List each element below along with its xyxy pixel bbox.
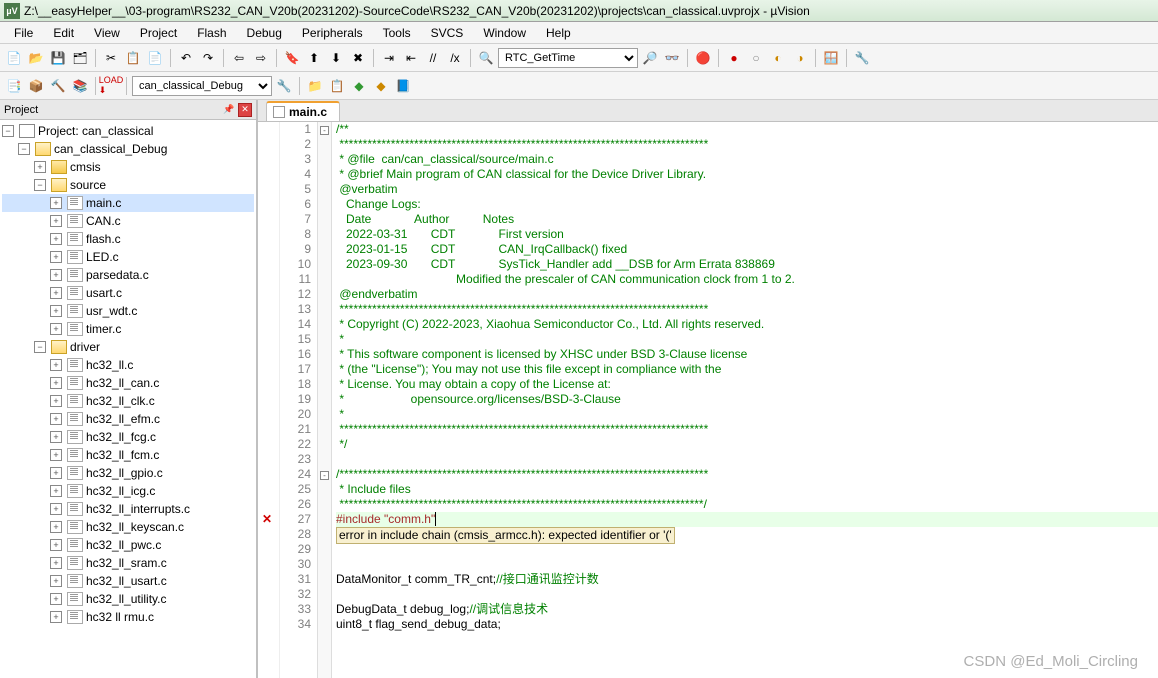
select-packs-button[interactable]: ◆	[349, 76, 369, 96]
tree-group-cmsis[interactable]: +cmsis	[2, 158, 254, 176]
project-panel-header: Project 📌 ✕	[0, 100, 256, 120]
menu-debug[interactable]: Debug	[237, 24, 292, 42]
books-button[interactable]: 📘	[393, 76, 413, 96]
panel-close-icon[interactable]: ✕	[238, 103, 252, 117]
menu-project[interactable]: Project	[130, 24, 187, 42]
bookmark-prev-button[interactable]: ⬆	[304, 48, 324, 68]
toolbar-main: 📄 📂 💾 🗂 ✂ 📋 📄 ↶ ↷ ⇦ ⇨ 🔖 ⬆ ⬇ ✖ ⇥ ⇤ // /x …	[0, 44, 1158, 72]
tree-file-hc32_ll_efm-c[interactable]: +hc32_ll_efm.c	[2, 410, 254, 428]
find-in-files-button[interactable]: 🔎	[640, 48, 660, 68]
editor-tab-bar: main.c	[258, 100, 1158, 122]
tree-group-source[interactable]: −source	[2, 176, 254, 194]
tree-file-hc32_ll_utility-c[interactable]: +hc32_ll_utility.c	[2, 590, 254, 608]
menu-view[interactable]: View	[84, 24, 130, 42]
tree-file-hc32_ll-c[interactable]: +hc32_ll.c	[2, 356, 254, 374]
tree-file-hc32_ll_clk-c[interactable]: +hc32_ll_clk.c	[2, 392, 254, 410]
breakpoint-button[interactable]: ●	[724, 48, 744, 68]
target-options-button[interactable]: 🔧	[274, 76, 294, 96]
tree-file-CAN-c[interactable]: +CAN.c	[2, 212, 254, 230]
build-button[interactable]: 📦	[26, 76, 46, 96]
copy-button[interactable]: 📋	[123, 48, 143, 68]
new-file-button[interactable]: 📄	[4, 48, 24, 68]
nav-fwd-button[interactable]: ⇨	[251, 48, 271, 68]
bookmark-next-button[interactable]: ⬇	[326, 48, 346, 68]
tree-file-hc32 ll rmu-c[interactable]: +hc32 ll rmu.c	[2, 608, 254, 626]
uncomment-button[interactable]: /x	[445, 48, 465, 68]
paste-button[interactable]: 📄	[145, 48, 165, 68]
panel-pin-icon[interactable]: 📌	[222, 103, 236, 117]
tree-file-hc32_ll_sram-c[interactable]: +hc32_ll_sram.c	[2, 554, 254, 572]
tree-project-root[interactable]: −Project: can_classical	[2, 122, 254, 140]
menu-peripherals[interactable]: Peripherals	[292, 24, 373, 42]
tree-file-usr_wdt-c[interactable]: +usr_wdt.c	[2, 302, 254, 320]
tree-file-hc32_ll_keyscan-c[interactable]: +hc32_ll_keyscan.c	[2, 518, 254, 536]
bookmark-clear-button[interactable]: ✖	[348, 48, 368, 68]
menubar: FileEditViewProjectFlashDebugPeripherals…	[0, 22, 1158, 44]
menu-help[interactable]: Help	[536, 24, 581, 42]
redo-button[interactable]: ↷	[198, 48, 218, 68]
toolbar-build: 📑 📦 🔨 📚 LOAD⬇ can_classical_Debug 🔧 📁 📋 …	[0, 72, 1158, 100]
menu-edit[interactable]: Edit	[43, 24, 84, 42]
manage-project-button[interactable]: 📁	[305, 76, 325, 96]
tree-file-hc32_ll_interrupts-c[interactable]: +hc32_ll_interrupts.c	[2, 500, 254, 518]
bookmark-button[interactable]: 🔖	[282, 48, 302, 68]
tree-file-hc32_ll_gpio-c[interactable]: +hc32_ll_gpio.c	[2, 464, 254, 482]
menu-svcs[interactable]: SVCS	[421, 24, 474, 42]
titlebar: µV Z:\__easyHelper__\03-program\RS232_CA…	[0, 0, 1158, 22]
pack-installer-button[interactable]: ◆	[371, 76, 391, 96]
debug-button[interactable]: 🔴	[693, 48, 713, 68]
find-combo[interactable]: RTC_GetTime	[498, 48, 638, 68]
tree-file-usart-c[interactable]: +usart.c	[2, 284, 254, 302]
app-icon: µV	[4, 3, 20, 19]
tree-file-hc32_ll_icg-c[interactable]: +hc32_ll_icg.c	[2, 482, 254, 500]
undo-button[interactable]: ↶	[176, 48, 196, 68]
batch-build-button[interactable]: 📚	[70, 76, 90, 96]
translate-button[interactable]: 📑	[4, 76, 24, 96]
tree-file-timer-c[interactable]: +timer.c	[2, 320, 254, 338]
tree-file-LED-c[interactable]: +LED.c	[2, 248, 254, 266]
tree-file-hc32_ll_can-c[interactable]: +hc32_ll_can.c	[2, 374, 254, 392]
comment-button[interactable]: //	[423, 48, 443, 68]
tree-file-hc32_ll_pwc-c[interactable]: +hc32_ll_pwc.c	[2, 536, 254, 554]
tree-file-main-c[interactable]: +main.c	[2, 194, 254, 212]
tree-file-parsedata-c[interactable]: +parsedata.c	[2, 266, 254, 284]
file-icon	[273, 106, 285, 118]
window-button[interactable]: 🪟	[821, 48, 841, 68]
manage-rte-button[interactable]: 📋	[327, 76, 347, 96]
window-title: Z:\__easyHelper__\03-program\RS232_CAN_V…	[24, 4, 810, 18]
configure-button[interactable]: 🔧	[852, 48, 872, 68]
incremental-find-button[interactable]: 👓	[662, 48, 682, 68]
tree-file-hc32_ll_usart-c[interactable]: +hc32_ll_usart.c	[2, 572, 254, 590]
project-tree[interactable]: −Project: can_classical−can_classical_De…	[0, 120, 256, 678]
tree-group-driver[interactable]: −driver	[2, 338, 254, 356]
breakpoint-disable-button[interactable]: ○	[746, 48, 766, 68]
tree-target[interactable]: −can_classical_Debug	[2, 140, 254, 158]
indent-button[interactable]: ⇥	[379, 48, 399, 68]
project-panel-title: Project	[4, 104, 38, 116]
cut-button[interactable]: ✂	[101, 48, 121, 68]
menu-window[interactable]: Window	[473, 24, 536, 42]
download-button[interactable]: LOAD⬇	[101, 76, 121, 96]
breakpoint-enable-button[interactable]: ◑	[790, 48, 810, 68]
code-editor[interactable]: ✕ 12345678910111213141516171819202122232…	[258, 122, 1158, 678]
save-all-button[interactable]: 🗂	[70, 48, 90, 68]
tab-label: main.c	[289, 105, 327, 119]
project-panel: Project 📌 ✕ −Project: can_classical−can_…	[0, 100, 258, 678]
menu-file[interactable]: File	[4, 24, 43, 42]
outdent-button[interactable]: ⇤	[401, 48, 421, 68]
menu-flash[interactable]: Flash	[187, 24, 236, 42]
open-file-button[interactable]: 📂	[26, 48, 46, 68]
tree-file-hc32_ll_fcm-c[interactable]: +hc32_ll_fcm.c	[2, 446, 254, 464]
tab-main-c[interactable]: main.c	[266, 101, 340, 121]
nav-back-button[interactable]: ⇦	[229, 48, 249, 68]
find-button[interactable]: 🔍	[476, 48, 496, 68]
save-button[interactable]: 💾	[48, 48, 68, 68]
editor-area: main.c ✕ 1234567891011121314151617181920…	[258, 100, 1158, 678]
tree-file-flash-c[interactable]: +flash.c	[2, 230, 254, 248]
breakpoint-kill-button[interactable]: ◐	[768, 48, 788, 68]
rebuild-button[interactable]: 🔨	[48, 76, 68, 96]
tree-file-hc32_ll_fcg-c[interactable]: +hc32_ll_fcg.c	[2, 428, 254, 446]
target-combo[interactable]: can_classical_Debug	[132, 76, 272, 96]
menu-tools[interactable]: Tools	[373, 24, 421, 42]
